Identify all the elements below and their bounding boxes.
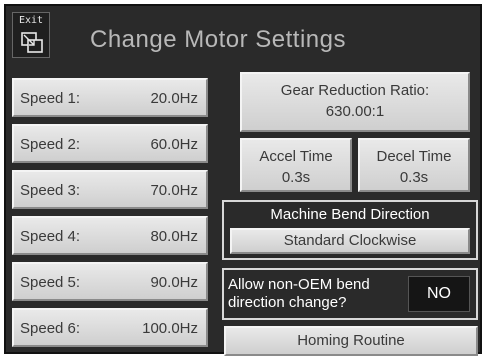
speed-5-button[interactable]: Speed 5: 90.0Hz <box>12 262 208 301</box>
speed-1-button[interactable]: Speed 1: 20.0Hz <box>12 78 208 117</box>
bend-direction-title: Machine Bend Direction <box>270 206 430 223</box>
page-title: Change Motor Settings <box>90 26 346 53</box>
accel-time-label: Accel Time <box>259 148 333 165</box>
speed-1-value: 20.0Hz <box>150 90 198 107</box>
gear-reduction-ratio-label: Gear Reduction Ratio: <box>280 82 430 99</box>
speed-2-value: 60.0Hz <box>150 136 198 153</box>
speed-3-value: 70.0Hz <box>150 182 198 199</box>
bend-direction-group: Machine Bend Direction Standard Clockwis… <box>222 200 478 260</box>
accel-time-value: 0.3s <box>281 169 311 186</box>
speed-6-value: 100.0Hz <box>142 320 198 337</box>
speed-4-value: 80.0Hz <box>150 228 198 245</box>
allow-non-oem-toggle[interactable]: NO <box>408 276 470 312</box>
speed-6-button[interactable]: Speed 6: 100.0Hz <box>12 308 208 347</box>
gear-reduction-ratio-value: 630.00:1 <box>325 103 385 120</box>
bend-direction-button[interactable]: Standard Clockwise <box>230 228 470 254</box>
screen: Exit Change Motor Settings Speed 1: 20.0… <box>0 0 487 358</box>
speed-1-label: Speed 1: <box>20 90 81 107</box>
decel-time-value: 0.3s <box>399 169 429 186</box>
speed-5-label: Speed 5: <box>20 274 81 291</box>
decel-time-label: Decel Time <box>376 148 452 165</box>
speed-6-label: Speed 6: <box>20 320 81 337</box>
homing-routine-button[interactable]: Homing Routine <box>224 326 478 356</box>
allow-non-oem-label: Allow non-OEM bend direction change? <box>228 276 398 312</box>
speed-3-label: Speed 3: <box>20 182 81 199</box>
speed-4-label: Speed 4: <box>20 228 81 245</box>
exit-button[interactable]: Exit <box>12 12 50 58</box>
speed-4-button[interactable]: Speed 4: 80.0Hz <box>12 216 208 255</box>
allow-non-oem-label-line2: direction change? <box>228 294 347 311</box>
decel-time-button[interactable]: Decel Time 0.3s <box>358 138 470 192</box>
speed-3-button[interactable]: Speed 3: 70.0Hz <box>12 170 208 209</box>
speed-2-button[interactable]: Speed 2: 60.0Hz <box>12 124 208 163</box>
exit-label: Exit <box>18 15 44 26</box>
allow-non-oem-label-line1: Allow non-OEM bend <box>228 276 370 293</box>
motor-settings-panel: Exit Change Motor Settings Speed 1: 20.0… <box>4 4 482 356</box>
accel-time-button[interactable]: Accel Time 0.3s <box>240 138 352 192</box>
title-bar: Exit Change Motor Settings <box>6 6 480 70</box>
exit-window-icon <box>21 32 43 53</box>
speed-5-value: 90.0Hz <box>150 274 198 291</box>
speed-2-label: Speed 2: <box>20 136 81 153</box>
gear-reduction-ratio-button[interactable]: Gear Reduction Ratio: 630.00:1 <box>240 72 470 132</box>
allow-non-oem-group: Allow non-OEM bend direction change? NO <box>222 268 478 320</box>
